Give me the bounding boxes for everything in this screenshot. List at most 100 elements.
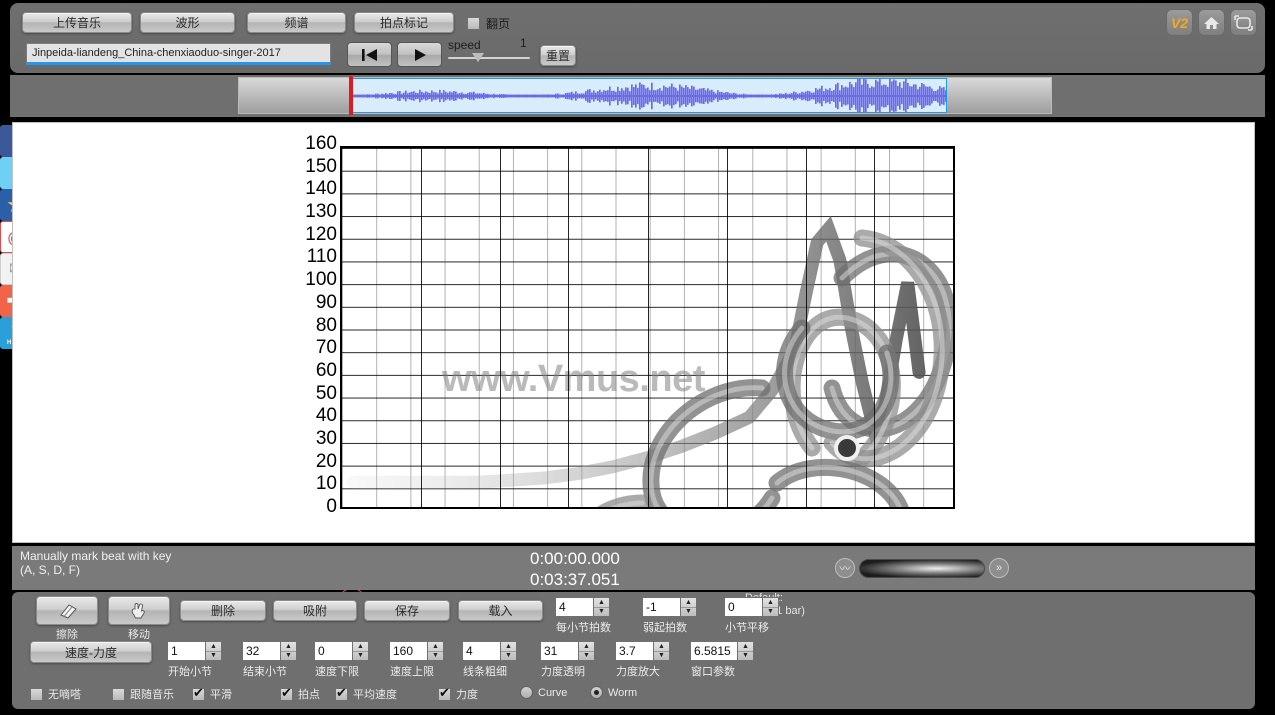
spinner-down-icon[interactable]: ▼ <box>738 652 753 661</box>
checkbox-box[interactable] <box>112 687 125 701</box>
checkbox-box[interactable] <box>30 687 43 701</box>
checkbox-无嘀嗒[interactable]: 无嘀嗒 <box>30 686 81 702</box>
spinner-input[interactable] <box>540 641 578 661</box>
plot-area[interactable]: www.Vmus.net <box>340 146 955 509</box>
spinner-up-icon[interactable]: ▲ <box>428 642 443 652</box>
spinner-up-icon[interactable]: ▲ <box>654 642 669 652</box>
spinner-input[interactable] <box>615 641 653 661</box>
spinner-input[interactable] <box>314 641 352 661</box>
spinner-input[interactable] <box>462 641 500 661</box>
spinner-弱起拍数[interactable]: ▲▼ <box>642 597 697 617</box>
spinner-up-icon[interactable]: ▲ <box>281 642 296 652</box>
speed-slider-track[interactable] <box>448 57 530 59</box>
speed-slider-knob[interactable] <box>472 53 484 62</box>
volume-slider[interactable] <box>859 558 985 578</box>
waveform-button[interactable]: 波形 <box>140 12 235 33</box>
spinner-down-icon[interactable]: ▼ <box>428 652 443 661</box>
fullscreen-icon[interactable] <box>1230 9 1257 36</box>
checkbox-box[interactable] <box>280 686 293 701</box>
spinner-buttons[interactable]: ▲ ▼ <box>352 641 369 661</box>
checkbox-跟随音乐[interactable]: 跟随音乐 <box>112 686 174 702</box>
spinner-buttons[interactable]: ▲ ▼ <box>593 597 610 617</box>
spinner-input[interactable] <box>389 641 427 661</box>
delete-button[interactable]: 删除 <box>180 600 266 621</box>
save-button[interactable]: 保存 <box>364 600 450 621</box>
spinner-up-icon[interactable]: ▲ <box>501 642 516 652</box>
page-turn-checkbox[interactable] <box>467 17 480 30</box>
spinner-down-icon[interactable]: ▼ <box>501 652 516 661</box>
move-tool-button[interactable] <box>108 596 170 625</box>
waveform-playhead[interactable] <box>349 76 353 115</box>
spinner-buttons[interactable]: ▲ ▼ <box>280 641 297 661</box>
checkbox-box[interactable] <box>192 686 205 701</box>
spinner-up-icon[interactable]: ▲ <box>579 642 594 652</box>
beat-mark-button[interactable]: 拍点标记 <box>354 12 454 33</box>
spinner-input[interactable] <box>555 597 593 617</box>
grid-major-vertical <box>726 148 728 507</box>
load-button[interactable]: 载入 <box>458 600 543 621</box>
spinner-down-icon[interactable]: ▼ <box>353 652 368 661</box>
spinner-up-icon[interactable]: ▲ <box>763 598 778 608</box>
spinner-buttons[interactable]: ▲ ▼ <box>205 641 222 661</box>
spinner-input[interactable] <box>642 597 680 617</box>
spinner-down-icon[interactable]: ▼ <box>281 652 296 661</box>
spinner-buttons[interactable]: ▲ ▼ <box>578 641 595 661</box>
radio-curve[interactable]: Curve <box>520 686 567 699</box>
spinner-线条粗细[interactable]: ▲▼ <box>462 641 517 661</box>
spinner-buttons[interactable]: ▲ ▼ <box>653 641 670 661</box>
tempo-dynamics-button[interactable]: 速度-力度 <box>30 641 152 663</box>
spinner-窗口参数[interactable]: ▲▼ <box>690 641 754 661</box>
checkbox-box[interactable] <box>335 686 348 701</box>
reset-button[interactable]: 重置 <box>540 45 576 66</box>
checkbox-平均速度[interactable]: 平均速度 <box>335 686 397 702</box>
spinner-buttons[interactable]: ▲ ▼ <box>680 597 697 617</box>
checkbox-box[interactable] <box>438 686 451 701</box>
spinner-开始小节[interactable]: ▲▼ <box>167 641 222 661</box>
checkbox-平滑[interactable]: 平滑 <box>192 686 232 702</box>
spinner-input[interactable] <box>690 641 737 661</box>
spinner-力度放大[interactable]: ▲▼ <box>615 641 670 661</box>
spinner-buttons[interactable]: ▲ ▼ <box>500 641 517 661</box>
spinner-input[interactable] <box>167 641 205 661</box>
spinner-down-icon[interactable]: ▼ <box>763 608 778 617</box>
spinner-down-icon[interactable]: ▼ <box>654 652 669 661</box>
spinner-力度透明[interactable]: ▲▼ <box>540 641 595 661</box>
spectrum-button[interactable]: 频谱 <box>247 12 346 33</box>
song-title-input[interactable]: Jinpeida-liandeng_China-chenxiaoduo-sing… <box>26 43 331 65</box>
spinner-buttons[interactable]: ▲ ▼ <box>427 641 444 661</box>
spinner-down-icon[interactable]: ▼ <box>594 608 609 617</box>
spinner-input[interactable] <box>242 641 280 661</box>
spinner-速度下限[interactable]: ▲▼ <box>314 641 369 661</box>
radio-dot[interactable] <box>520 686 533 699</box>
waveform-small-icon[interactable]: 〰 <box>835 558 855 578</box>
spinner-每小节拍数[interactable]: ▲▼ <box>555 597 610 617</box>
spinner-速度上限[interactable]: ▲▼ <box>389 641 444 661</box>
checkbox-拍点[interactable]: 拍点 <box>280 686 320 702</box>
radio-dot[interactable] <box>590 686 603 699</box>
spinner-up-icon[interactable]: ▲ <box>594 598 609 608</box>
spinner-buttons[interactable]: ▲ ▼ <box>737 641 754 661</box>
spinner-结束小节[interactable]: ▲▼ <box>242 641 297 661</box>
erase-tool-button[interactable] <box>36 596 98 625</box>
spinner-down-icon[interactable]: ▼ <box>206 652 221 661</box>
spinner-up-icon[interactable]: ▲ <box>681 598 696 608</box>
spinner-up-icon[interactable]: ▲ <box>738 642 753 652</box>
spinner-up-icon[interactable]: ▲ <box>353 642 368 652</box>
spinner-小节平移[interactable]: ▲▼ <box>724 597 779 617</box>
waveform-selection[interactable] <box>352 78 947 113</box>
spinner-down-icon[interactable]: ▼ <box>681 608 696 617</box>
spinner-up-icon[interactable]: ▲ <box>206 642 221 652</box>
rewind-to-start-button[interactable] <box>347 42 392 67</box>
upload-music-button[interactable]: 上传音乐 <box>22 12 132 33</box>
spinner-down-icon[interactable]: ▼ <box>579 652 594 661</box>
version-badge-icon[interactable]: V2 <box>1166 9 1193 36</box>
radio-worm[interactable]: Worm <box>590 686 637 699</box>
spinner-buttons[interactable]: ▲ ▼ <box>762 597 779 617</box>
waveform-overview[interactable] <box>238 76 1052 115</box>
snap-button[interactable]: 吸附 <box>273 600 357 621</box>
play-button[interactable] <box>397 42 442 67</box>
volume-speaker-icon[interactable]: » <box>989 558 1009 578</box>
spinner-input[interactable] <box>724 597 762 617</box>
home-icon[interactable] <box>1198 9 1225 36</box>
checkbox-力度[interactable]: 力度 <box>438 686 478 702</box>
